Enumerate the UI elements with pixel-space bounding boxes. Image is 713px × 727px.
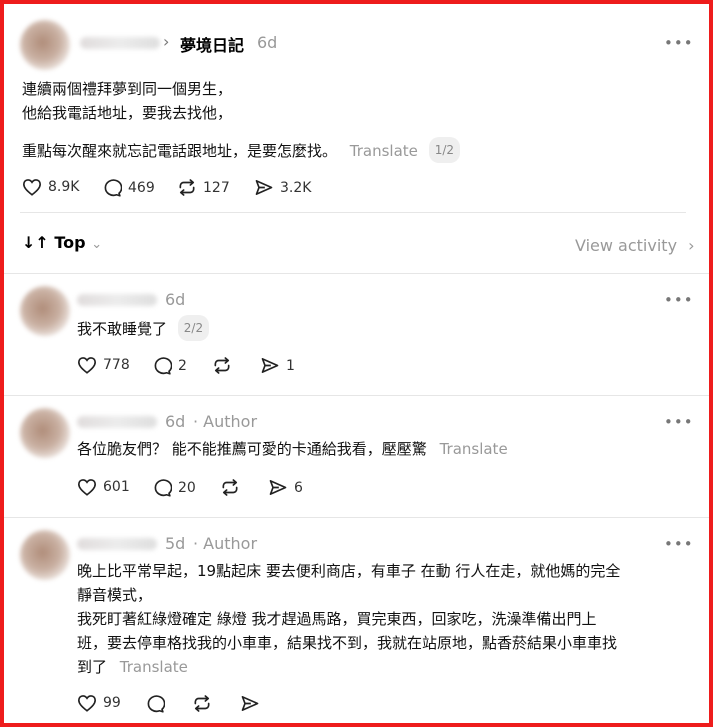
repost-icon: [179, 179, 195, 196]
author-tag: · Author: [193, 412, 258, 431]
repost-button[interactable]: 127: [177, 178, 230, 197]
heart-icon: [22, 179, 42, 196]
heart-icon: [77, 695, 97, 712]
reply-line-1: 晚上比平常早起，19點起床 要去便利商店，有車子 在動 行人在走，就他媽的完全: [77, 562, 621, 580]
post-line-3: 重點每次醒來就忘記電話跟地址，是要怎麼找。 Translate 1/2: [22, 137, 460, 163]
like-button[interactable]: 601: [77, 478, 130, 496]
more-icon[interactable]: •••: [664, 291, 694, 309]
comment-icon: [147, 695, 165, 713]
page-indicator: 1/2: [428, 137, 460, 163]
reply-text-content: 各位脆友們？ 能不能推薦可愛的卡通給我看，壓壓驚: [77, 440, 427, 458]
like-count: 99: [103, 695, 121, 711]
view-activity-link[interactable]: View activity ›: [575, 236, 695, 255]
chevron-down-icon: ⌄: [91, 237, 103, 252]
avatar[interactable]: [20, 286, 70, 336]
translate-link[interactable]: Translate: [350, 142, 418, 160]
like-count: 601: [103, 479, 130, 495]
reply-time: 5d: [165, 534, 186, 553]
more-icon[interactable]: •••: [664, 413, 694, 431]
repost-icon: [214, 357, 230, 374]
more-icon[interactable]: •••: [664, 34, 694, 52]
reply-text: 我不敢睡覺了 2/2: [77, 315, 210, 341]
post-line-1: 連續兩個禮拜夢到同一個男生，: [22, 80, 233, 98]
topic-tag[interactable]: 夢境日記: [180, 32, 244, 56]
post-time: 6d: [257, 33, 278, 52]
comment-icon: [104, 179, 122, 197]
send-icon: [241, 696, 259, 712]
comment-button[interactable]: 20: [152, 478, 196, 497]
repost-count: 127: [203, 179, 230, 196]
like-button[interactable]: 778: [77, 356, 130, 374]
share-count: 3.2K: [280, 179, 312, 196]
like-count: 8.9K: [48, 179, 80, 195]
heart-icon: [77, 357, 97, 374]
reply-time: 6d: [165, 290, 186, 309]
send-icon: [261, 358, 279, 373]
divider: [4, 395, 709, 396]
chevron-right-icon: ›: [163, 32, 170, 51]
reply-line-5-text: 到了: [77, 658, 108, 676]
repost-icon: [194, 695, 210, 712]
reply-text: 各位脆友們？ 能不能推薦可愛的卡通給我看，壓壓驚 Translate: [77, 437, 508, 461]
chevron-right-icon: ›: [688, 236, 695, 255]
divider: [4, 517, 709, 518]
reply-line-5: 到了 Translate: [77, 655, 188, 679]
author-tag: · Author: [193, 534, 258, 553]
reply-line-4: 班，要去停車格找我的小車車，結果找不到，我就在站原地，點香菸結果小車車找: [77, 634, 618, 652]
sort-icon: ↓↑: [22, 233, 49, 252]
thread-view: › 夢境日記 6d ••• 連續兩個禮拜夢到同一個男生， 他給我電話地址，要我去…: [4, 4, 709, 723]
repost-button[interactable]: [192, 694, 212, 713]
comment-count: 469: [128, 179, 155, 196]
share-button[interactable]: 6: [268, 478, 303, 497]
like-button[interactable]: 99: [77, 694, 121, 712]
comment-icon: [154, 479, 172, 497]
username-blurred[interactable]: [77, 538, 157, 550]
repost-button[interactable]: [212, 356, 232, 375]
sort-label: Top: [54, 233, 86, 252]
translate-link[interactable]: Translate: [120, 658, 188, 676]
username-blurred[interactable]: [77, 294, 157, 306]
divider: [20, 212, 686, 213]
avatar[interactable]: [20, 20, 70, 70]
reply-time: 6d: [165, 412, 186, 431]
reply-text-content: 我不敢睡覺了: [77, 320, 168, 338]
send-icon: [255, 180, 273, 196]
username-blurred[interactable]: [77, 416, 157, 428]
repost-button[interactable]: [220, 478, 240, 497]
post-line-2: 他給我電話地址，要我去找他，: [22, 104, 233, 122]
share-button[interactable]: 3.2K: [254, 178, 311, 197]
reply-line-2: 靜音模式，: [77, 586, 153, 604]
page-indicator: 2/2: [177, 315, 210, 341]
send-icon: [269, 480, 287, 495]
heart-icon: [77, 479, 97, 496]
divider: [4, 273, 709, 274]
like-count: 778: [103, 357, 130, 373]
translate-link[interactable]: Translate: [440, 440, 508, 458]
comment-button[interactable]: [145, 694, 165, 713]
post-line-3-text: 重點每次醒來就忘記電話跟地址，是要怎麼找。: [22, 142, 338, 160]
sort-dropdown[interactable]: ↓↑ Top ⌄: [22, 233, 102, 252]
comment-count: 2: [178, 357, 187, 374]
share-button[interactable]: [240, 694, 260, 713]
avatar[interactable]: [20, 408, 70, 458]
comment-button[interactable]: 2: [152, 356, 187, 375]
repost-icon: [222, 479, 238, 496]
reply-line-3: 我死盯著紅綠燈確定 綠燈 我才趕過馬路，買完東西，回家吃，洗澡準備出門上: [77, 610, 597, 628]
like-button[interactable]: 8.9K: [22, 178, 79, 196]
username-blurred[interactable]: [80, 37, 160, 49]
more-icon[interactable]: •••: [664, 535, 694, 553]
share-count: 1: [286, 357, 295, 374]
avatar[interactable]: [20, 530, 70, 580]
comment-icon: [154, 357, 172, 375]
comment-button[interactable]: 469: [102, 178, 155, 197]
share-button[interactable]: 1: [260, 356, 295, 375]
view-activity-label: View activity: [575, 236, 678, 255]
share-count: 6: [294, 479, 303, 496]
comment-count: 20: [178, 479, 196, 496]
